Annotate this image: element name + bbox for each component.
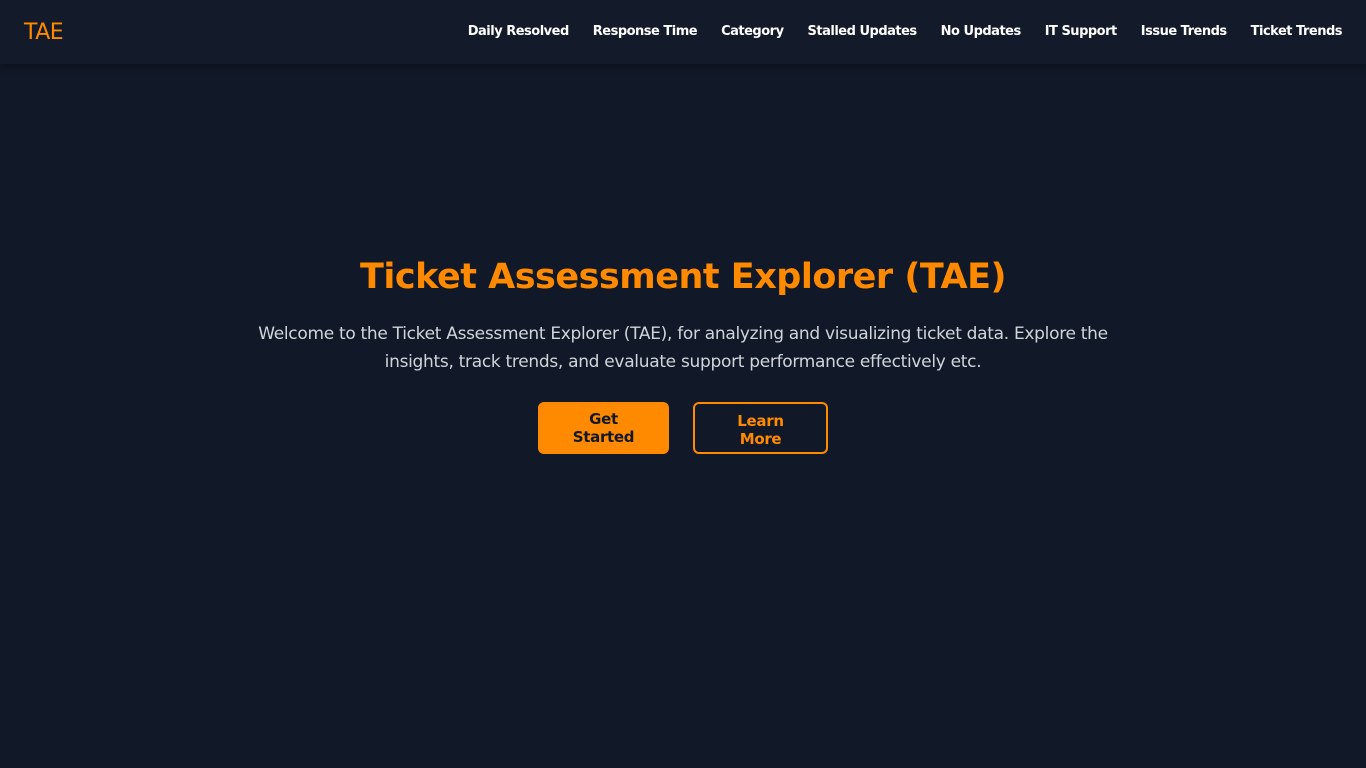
brand-logo[interactable]: TAE: [24, 20, 64, 46]
learn-more-button[interactable]: Learn More: [693, 402, 828, 454]
nav-link-no-updates[interactable]: No Updates: [941, 22, 1022, 42]
nav-link-stalled-updates[interactable]: Stalled Updates: [808, 22, 918, 42]
hero-actions: Get Started Learn More: [0, 402, 1366, 454]
hero-description: Welcome to the Ticket Assessment Explore…: [258, 324, 1108, 372]
nav-link-response-time[interactable]: Response Time: [593, 22, 698, 42]
nav-link-category[interactable]: Category: [721, 22, 784, 42]
hero-section: Ticket Assessment Explorer (TAE) Welcome…: [0, 256, 1366, 454]
nav-link-ticket-trends[interactable]: Ticket Trends: [1251, 22, 1343, 42]
hero-title: Ticket Assessment Explorer (TAE): [360, 257, 1006, 297]
nav-link-daily-resolved[interactable]: Daily Resolved: [468, 22, 570, 42]
get-started-button[interactable]: Get Started: [538, 402, 669, 454]
nav-link-issue-trends[interactable]: Issue Trends: [1141, 22, 1227, 42]
nav-links: Daily Resolved Response Time Category St…: [468, 22, 1343, 42]
nav-link-it-support[interactable]: IT Support: [1045, 22, 1118, 42]
top-navbar: TAE Daily Resolved Response Time Categor…: [0, 0, 1366, 64]
